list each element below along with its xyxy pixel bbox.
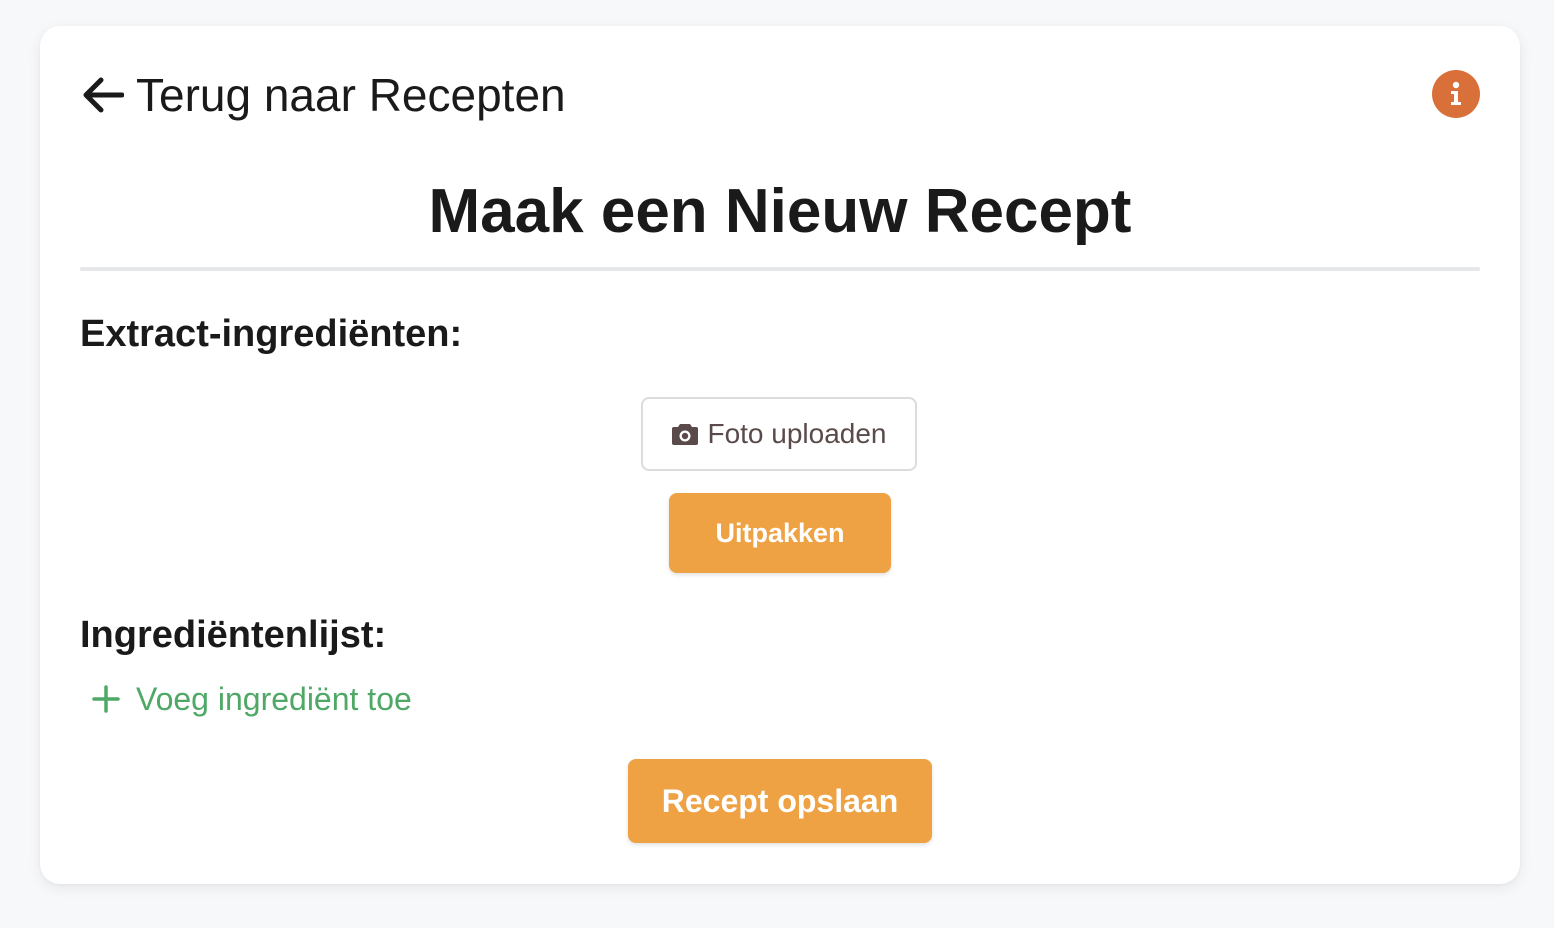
back-to-recipes-link[interactable]: Terug naar Recepten	[80, 68, 566, 122]
plus-icon	[92, 685, 120, 713]
info-icon	[1446, 81, 1466, 107]
back-link-label: Terug naar Recepten	[136, 69, 566, 121]
info-button[interactable]	[1432, 70, 1480, 118]
add-ingredient-label: Voeg ingrediënt toe	[136, 680, 412, 717]
add-ingredient-link[interactable]: Voeg ingrediënt toe	[92, 677, 412, 721]
recipe-card: Terug naar Recepten Maak een Nieuw Recep…	[40, 26, 1520, 884]
extract-section-heading: Extract-ingrediënten:	[80, 313, 463, 355]
save-recipe-button[interactable]: Recept opslaan	[628, 759, 932, 843]
ingredient-list-heading: Ingrediëntenlijst:	[80, 614, 387, 656]
page-title: Maak een Nieuw Recept	[428, 177, 1132, 246]
camera-icon	[671, 422, 699, 446]
upload-photo-button[interactable]: Foto uploaden	[641, 397, 917, 471]
arrow-left-icon	[80, 75, 124, 115]
title-divider	[80, 267, 1480, 271]
upload-photo-label: Foto uploaden	[707, 418, 887, 449]
extract-button[interactable]: Uitpakken	[669, 493, 891, 573]
